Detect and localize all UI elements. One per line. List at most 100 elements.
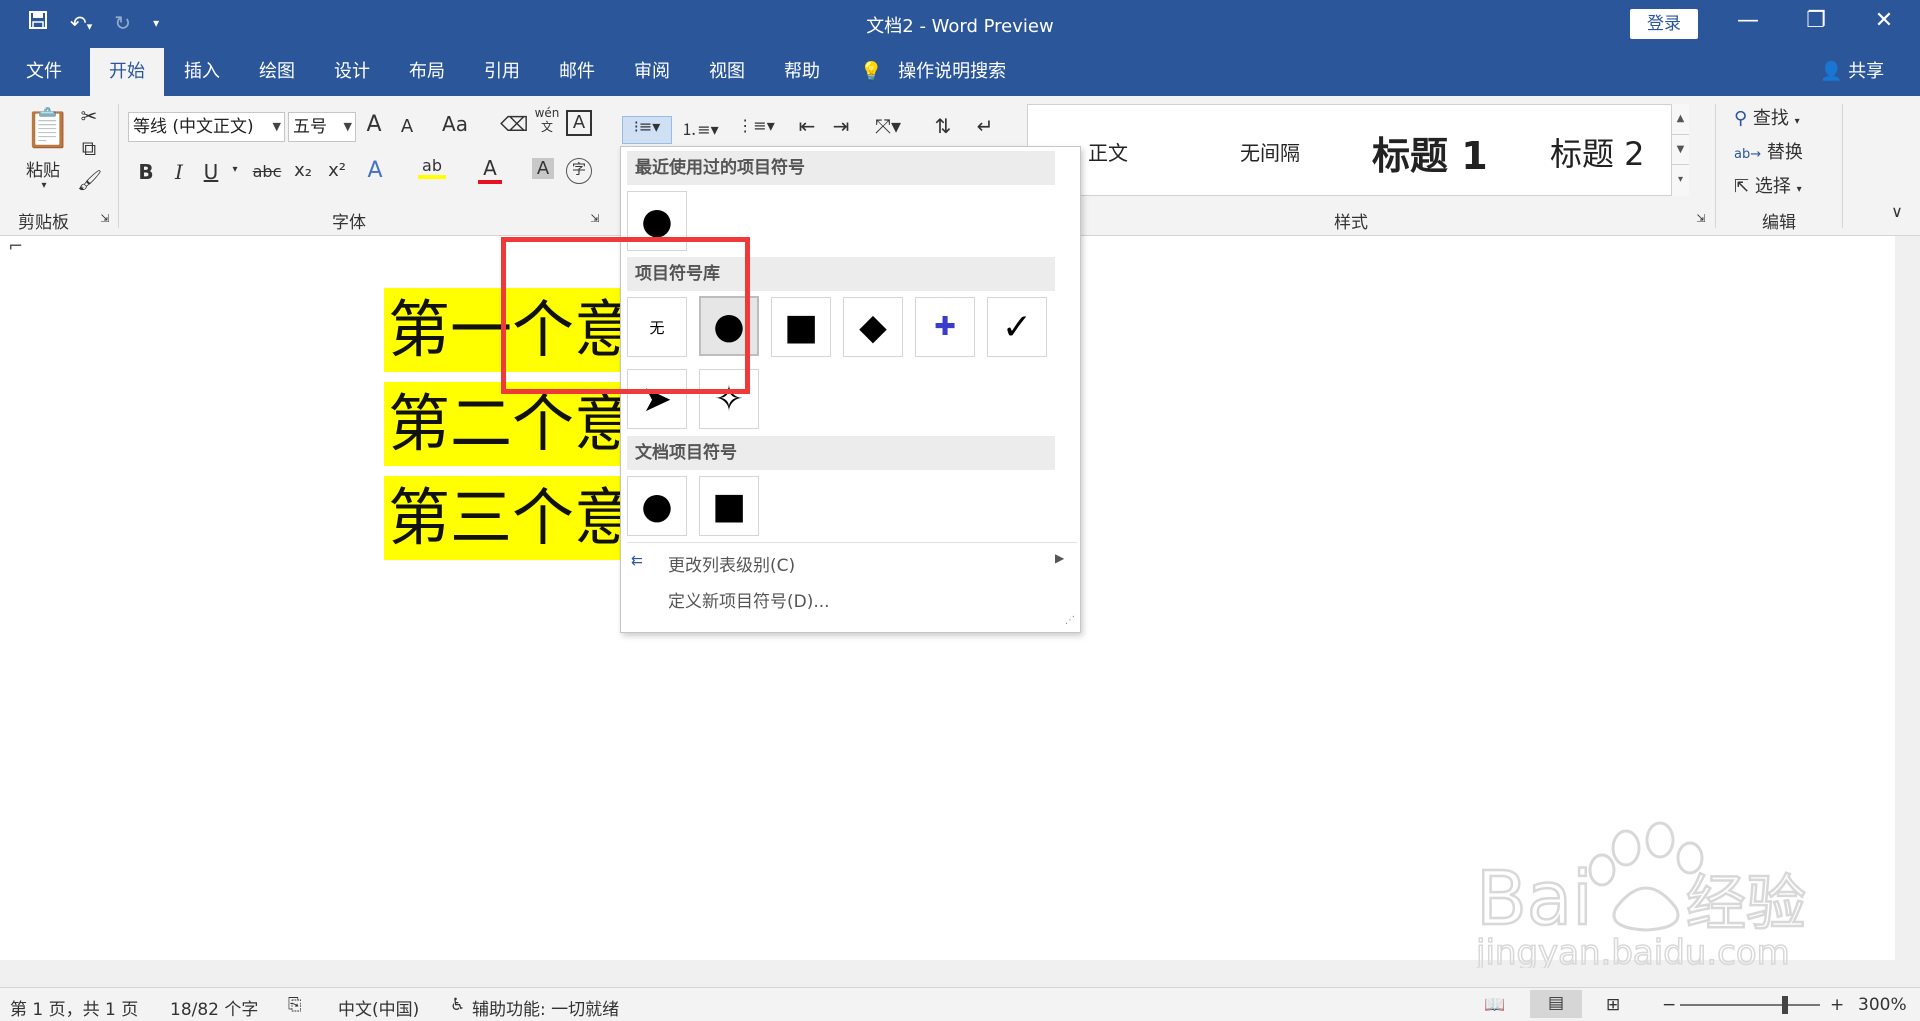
underline-button[interactable]: U: [200, 160, 222, 184]
zoom-slider[interactable]: [1680, 1004, 1820, 1006]
replace-button[interactable]: ab→ 替换: [1734, 138, 1844, 164]
sort-icon[interactable]: ⇅: [930, 114, 956, 138]
find-label: 查找: [1752, 108, 1789, 129]
style-heading-2[interactable]: 标题 2: [1550, 129, 1645, 175]
resize-grip-icon[interactable]: ⋰: [1065, 615, 1075, 626]
bullet-square[interactable]: ■: [771, 297, 831, 357]
character-shading-icon[interactable]: A: [532, 158, 554, 179]
proofing-icon[interactable]: ⎘: [288, 995, 302, 1015]
select-label: 选择: [1754, 176, 1791, 197]
bold-button[interactable]: B: [135, 160, 157, 184]
tab-review[interactable]: 审阅: [620, 48, 684, 96]
italic-button[interactable]: I: [168, 160, 190, 184]
word-count[interactable]: 18/82 个字: [170, 995, 258, 1020]
numbering-icon[interactable]: ⒈≡▾: [680, 116, 720, 140]
tab-view[interactable]: 视图: [695, 48, 759, 96]
document-line[interactable]: 第三个意: [384, 476, 624, 560]
document-bullets-header: 文档项目符号: [627, 436, 1055, 470]
restore-icon[interactable]: ❐: [1796, 8, 1836, 33]
vertical-scrollbar[interactable]: [1895, 236, 1920, 960]
shrink-font-icon[interactable]: A: [396, 116, 418, 137]
change-list-level-item[interactable]: 更改列表级别(C): [668, 551, 795, 576]
tab-draw[interactable]: 绘图: [245, 48, 309, 96]
baidu-watermark-logo: Bai 经验 jingyan.baidu.com: [1474, 818, 1820, 974]
highlight-color-icon[interactable]: ab: [418, 156, 446, 179]
share-button[interactable]: 👤 共享: [1820, 48, 1884, 96]
subscript-button[interactable]: x₂: [290, 160, 316, 181]
format-painter-icon[interactable]: 🖌: [77, 168, 102, 192]
bullet-colored-cross[interactable]: ✚: [915, 297, 975, 357]
tab-references[interactable]: 引用: [470, 48, 534, 96]
web-layout-icon[interactable]: ⊞: [1606, 995, 1620, 1015]
minimize-icon[interactable]: —: [1728, 8, 1768, 33]
print-layout-icon[interactable]: ▤: [1530, 990, 1582, 1018]
document-bullet-square[interactable]: ■: [699, 476, 759, 536]
multilevel-list-icon[interactable]: ⋮≡▾: [734, 116, 778, 135]
style-normal[interactable]: 正文: [1088, 137, 1128, 166]
tab-home[interactable]: 开始: [90, 48, 164, 96]
zoom-in-icon[interactable]: +: [1830, 995, 1844, 1015]
select-button[interactable]: ⇱ 选择 ▾: [1734, 172, 1844, 198]
close-icon[interactable]: ✕: [1864, 8, 1904, 33]
increase-indent-icon[interactable]: ⇥: [828, 114, 854, 138]
zoom-slider-handle[interactable]: [1782, 996, 1788, 1014]
tell-me-search[interactable]: 💡 操作说明搜索: [860, 48, 1006, 96]
tab-layout[interactable]: 布局: [395, 48, 459, 96]
more-styles-icon[interactable]: ▾: [1672, 164, 1689, 194]
tab-mailings[interactable]: 邮件: [545, 48, 609, 96]
grow-font-icon[interactable]: A: [362, 112, 386, 137]
bullets-button[interactable]: ⁝≡▾: [622, 116, 672, 144]
styles-gallery: 正文 无间隔 标题 1 标题 2: [1027, 104, 1689, 196]
login-button[interactable]: 登录: [1630, 9, 1698, 39]
font-size-combo[interactable]: 五号 ▼: [288, 112, 356, 142]
zoom-level[interactable]: 300%: [1858, 995, 1907, 1015]
menu-separator: [627, 542, 1077, 543]
font-name-combo[interactable]: 等线 (中文正文) ▼: [128, 112, 285, 142]
asian-layout-icon[interactable]: ⤧▾: [868, 114, 908, 138]
style-no-spacing[interactable]: 无间隔: [1240, 137, 1300, 166]
paste-dropdown-icon[interactable]: ▾: [34, 180, 54, 191]
character-border-icon[interactable]: A: [566, 110, 592, 136]
copy-icon[interactable]: ⧉: [77, 136, 101, 160]
styles-launcher-icon[interactable]: ⇲: [1694, 212, 1708, 225]
svg-text:jingyan.baidu.com: jingyan.baidu.com: [1476, 933, 1790, 968]
accessibility-icon: ♿: [450, 995, 466, 1015]
tab-design[interactable]: 设计: [320, 48, 384, 96]
superscript-button[interactable]: x²: [324, 160, 350, 181]
text-effects-icon[interactable]: A: [364, 158, 386, 183]
accessibility-status[interactable]: 辅助功能: 一切就绪: [472, 995, 619, 1020]
define-new-bullet-item[interactable]: 定义新项目符号(D)...: [668, 587, 830, 612]
change-case-icon[interactable]: Aa: [434, 112, 476, 136]
font-launcher-icon[interactable]: ⇲: [588, 212, 602, 225]
enclose-characters-icon[interactable]: 字: [566, 158, 592, 184]
font-color-icon[interactable]: A: [478, 156, 502, 184]
clear-formatting-icon[interactable]: ⌫: [500, 112, 528, 136]
clipboard-launcher-icon[interactable]: ⇲: [98, 212, 112, 225]
underline-dropdown-icon[interactable]: ▾: [228, 164, 242, 175]
style-heading-1[interactable]: 标题 1: [1372, 125, 1488, 180]
read-mode-icon[interactable]: 📖: [1484, 995, 1505, 1015]
find-button[interactable]: ⚲ 查找 ▾: [1734, 104, 1844, 130]
font-group-label: 字体: [332, 213, 366, 233]
chevron-down-icon[interactable]: ▼: [1672, 134, 1689, 164]
paste-label[interactable]: 粘贴: [18, 156, 68, 181]
tab-help[interactable]: 帮助: [770, 48, 834, 96]
document-line[interactable]: 第二个意: [384, 382, 624, 466]
paste-icon[interactable]: 📋: [24, 106, 71, 151]
styles-scroll[interactable]: ▲ ▼ ▾: [1671, 104, 1689, 196]
page-count[interactable]: 第 1 页，共 1 页: [10, 995, 138, 1020]
chevron-up-icon[interactable]: ▲: [1672, 104, 1689, 134]
language-indicator[interactable]: 中文(中国): [338, 995, 419, 1020]
bullet-diamond[interactable]: ◆: [843, 297, 903, 357]
zoom-out-icon[interactable]: −: [1662, 995, 1676, 1015]
bullet-checkmark[interactable]: ✓: [987, 297, 1047, 357]
document-bullet-circle[interactable]: ●: [627, 476, 687, 536]
show-marks-icon[interactable]: ↵: [972, 114, 998, 138]
tab-insert[interactable]: 插入: [170, 48, 234, 96]
decrease-indent-icon[interactable]: ⇤: [794, 114, 820, 138]
collapse-ribbon-icon[interactable]: ∨: [1884, 202, 1910, 221]
tab-file[interactable]: 文件: [12, 48, 76, 96]
cut-icon[interactable]: ✂: [77, 104, 101, 128]
phonetic-guide-icon[interactable]: wén文: [532, 106, 562, 134]
strikethrough-button[interactable]: abc: [252, 162, 282, 181]
